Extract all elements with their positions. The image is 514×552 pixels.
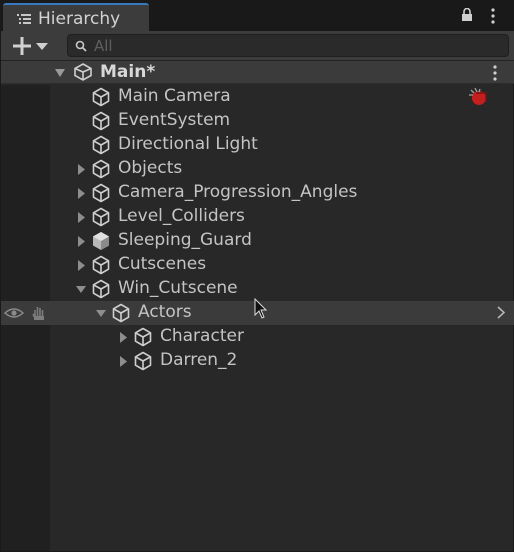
expand-arrow-right-icon[interactable] <box>76 236 86 247</box>
chevron-right-icon[interactable] <box>497 306 505 319</box>
gameobject-cube-icon <box>112 303 130 323</box>
hierarchy-item[interactable]: Main Camera <box>50 85 514 109</box>
hierarchy-item-label: EventSystem <box>118 110 231 130</box>
expand-arrow-down-icon[interactable] <box>96 308 106 319</box>
gameobject-cube-icon <box>92 207 110 227</box>
expand-arrow-right-icon[interactable] <box>118 332 128 343</box>
hierarchy-tree: Main Camera EventSystem Directional Light O… <box>1 85 514 551</box>
scene-header-main[interactable]: Main* <box>1 61 514 84</box>
hierarchy-item-label: Character <box>160 326 244 346</box>
gameobject-cube-icon <box>134 327 152 347</box>
hierarchy-window: Hierarchy All Main* Main Camera EventSys… <box>0 0 514 552</box>
tab-hierarchy[interactable]: Hierarchy <box>3 3 149 31</box>
gameobject-cube-icon <box>92 255 110 275</box>
expand-arrow-right-icon[interactable] <box>76 164 86 175</box>
expand-arrow-right-icon[interactable] <box>76 188 86 199</box>
gameobject-cube-icon <box>134 351 152 371</box>
hierarchy-item[interactable]: Objects <box>50 157 514 181</box>
plus-icon <box>13 37 31 55</box>
hierarchy-item-label: Win_Cutscene <box>118 278 238 298</box>
tab-bar: Hierarchy <box>1 1 514 31</box>
lock-icon[interactable] <box>461 8 473 21</box>
gameobject-cube-icon <box>92 111 110 131</box>
hierarchy-item-label: Main Camera <box>118 86 231 106</box>
gameobject-cube-icon <box>92 87 110 107</box>
expand-arrow-right-icon[interactable] <box>76 260 86 271</box>
hierarchy-item[interactable]: Camera_Progression_Angles <box>50 181 514 205</box>
hierarchy-item[interactable]: Level_Colliders <box>50 205 514 229</box>
expand-arrow-right-icon[interactable] <box>76 212 86 223</box>
hierarchy-list-icon <box>17 14 31 24</box>
hierarchy-item[interactable]: EventSystem <box>50 109 514 133</box>
search-input[interactable] <box>94 36 494 56</box>
hierarchy-item-label: Sleeping_Guard <box>118 230 252 250</box>
hierarchy-item[interactable]: Win_Cutscene <box>50 277 514 301</box>
camera-gizmo-icon <box>469 87 487 105</box>
add-object-button[interactable] <box>9 35 53 57</box>
expand-arrow-down-icon[interactable] <box>76 284 86 295</box>
eye-visibility-icon[interactable] <box>4 307 24 319</box>
search-field[interactable] <box>67 34 509 57</box>
dropdown-caret-icon <box>36 43 48 50</box>
hierarchy-item[interactable]: Cutscenes <box>50 253 514 277</box>
hierarchy-item-label: Cutscenes <box>118 254 207 274</box>
hierarchy-item-label: Camera_Progression_Angles <box>118 182 358 202</box>
scene-kebab-menu-icon[interactable] <box>492 65 498 81</box>
hierarchy-item[interactable]: Character <box>50 325 514 349</box>
unity-scene-icon <box>74 63 92 81</box>
expand-arrow-right-icon[interactable] <box>118 356 128 367</box>
hierarchy-item-label: Darren_2 <box>160 350 238 370</box>
kebab-menu-icon[interactable] <box>490 8 496 24</box>
gameobject-cube-icon <box>92 135 110 155</box>
hierarchy-item-label: Actors <box>138 302 192 322</box>
hierarchy-item[interactable]: Darren_2 <box>50 349 514 373</box>
hierarchy-item-label: Level_Colliders <box>118 206 245 226</box>
prefab-cube-icon <box>93 232 109 250</box>
gameobject-cube-icon <box>92 159 110 179</box>
hierarchy-item-label: Directional Light <box>118 134 258 154</box>
hierarchy-item[interactable]: Directional Light <box>50 133 514 157</box>
gameobject-cube-icon <box>92 183 110 203</box>
tab-title: Hierarchy <box>38 9 121 29</box>
pickable-hand-icon[interactable] <box>31 304 47 321</box>
scene-name: Main* <box>100 62 156 82</box>
hierarchy-toolbar <box>1 31 514 61</box>
hierarchy-item[interactable]: Sleeping_Guard <box>50 229 514 253</box>
mouse-cursor-icon <box>254 298 268 319</box>
gameobject-cube-icon <box>92 279 110 299</box>
hierarchy-item-label: Objects <box>118 158 183 178</box>
search-icon <box>75 40 87 52</box>
scene-expand-arrow-icon[interactable] <box>55 69 65 77</box>
